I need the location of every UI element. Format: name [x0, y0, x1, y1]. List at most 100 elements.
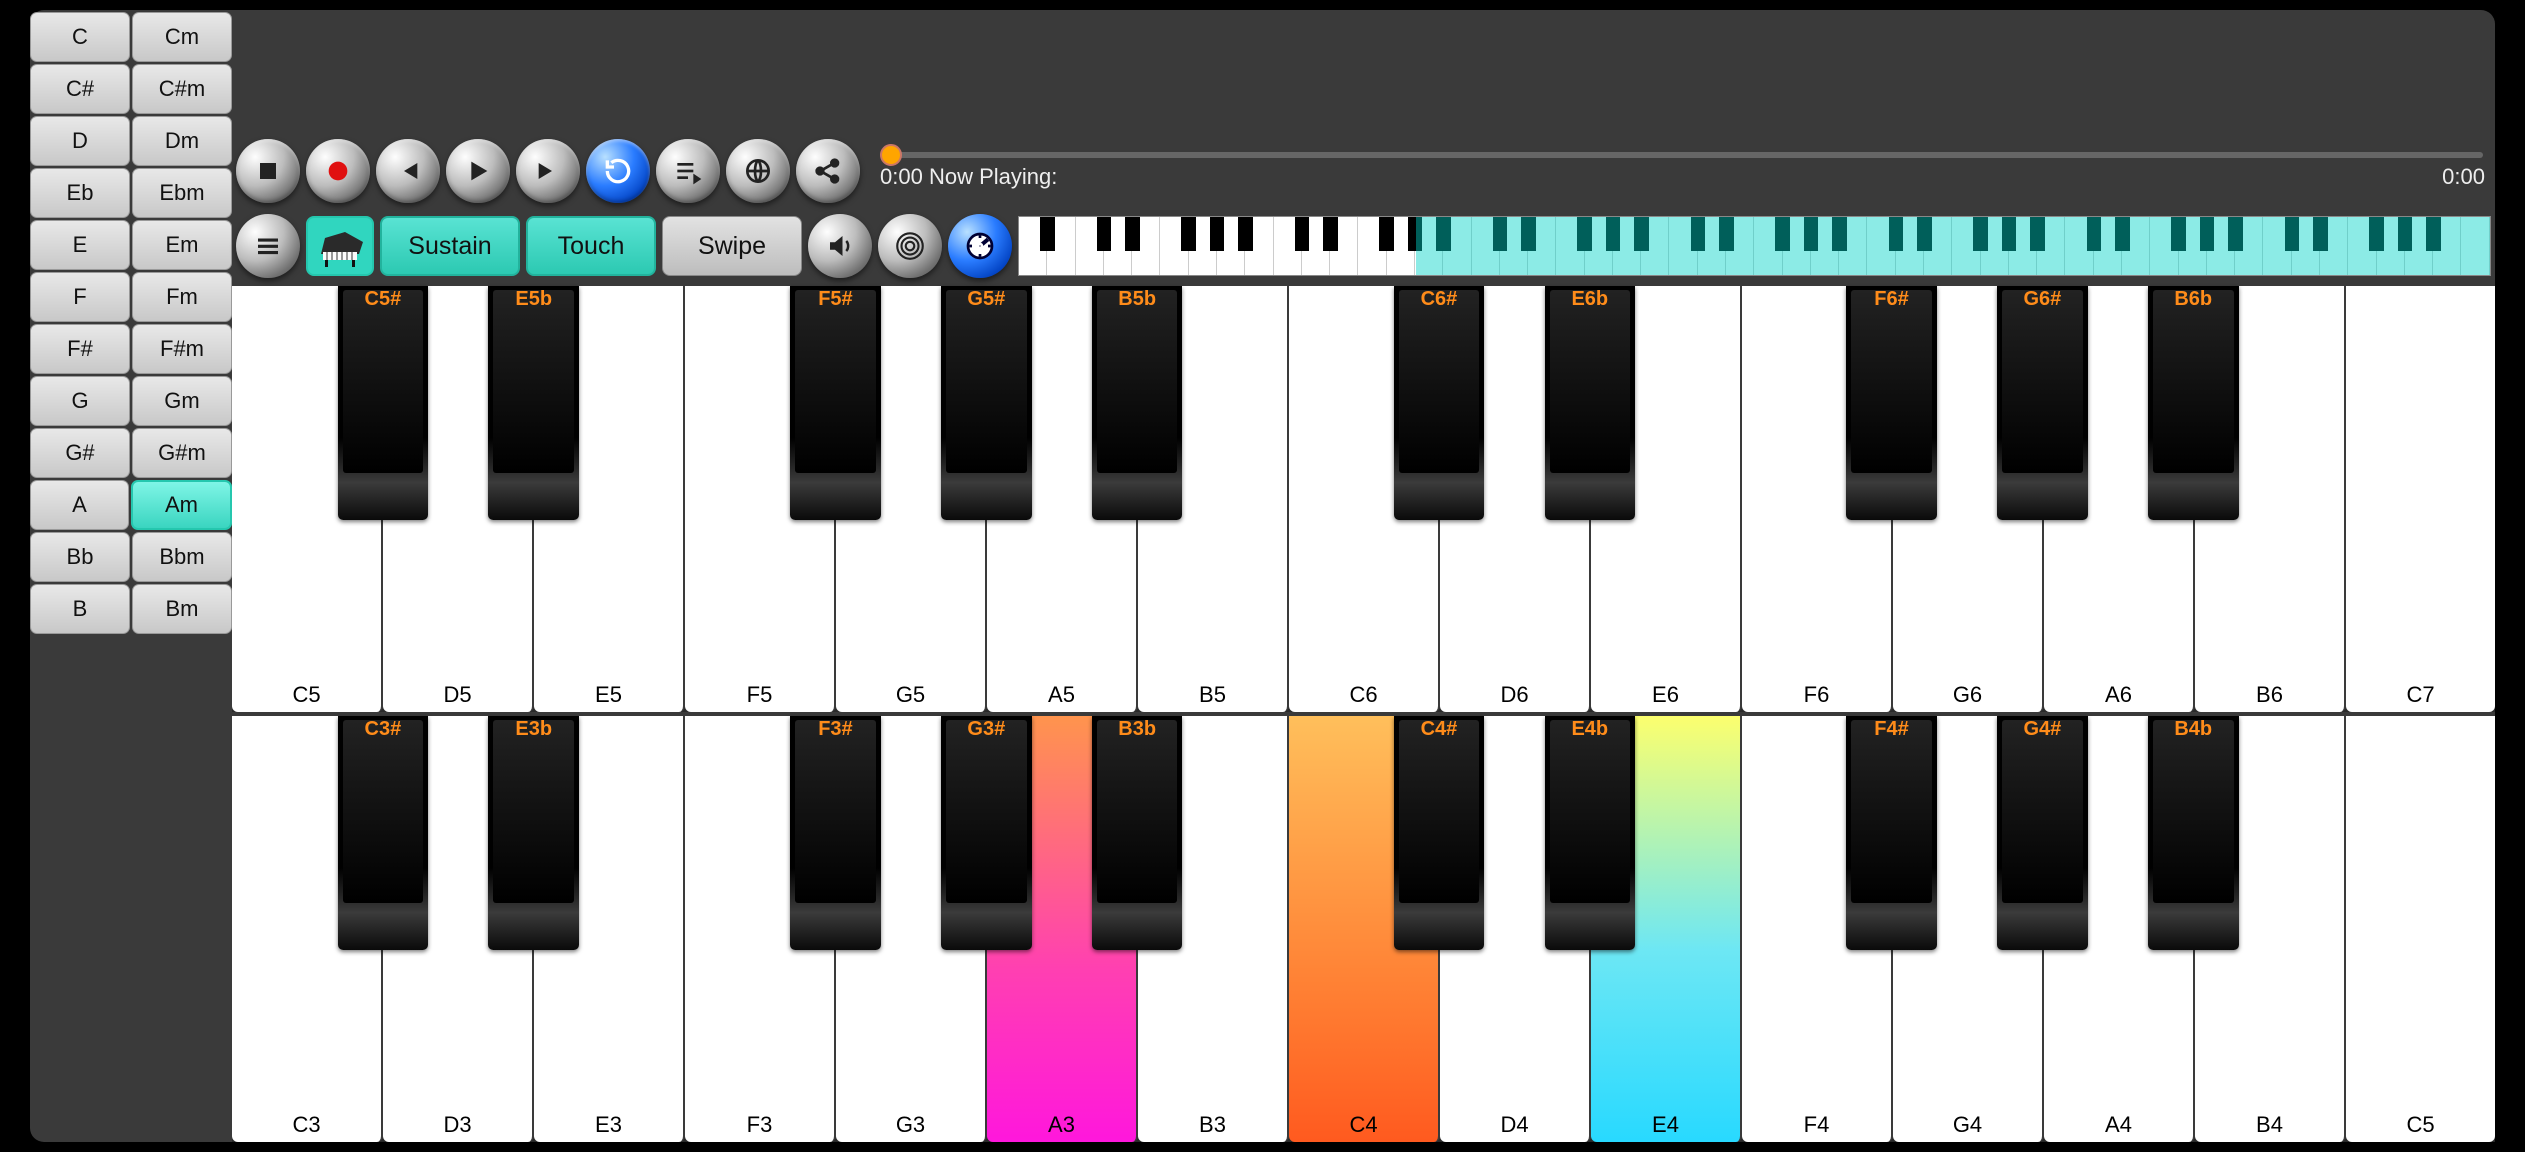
- keyboards-container: C5D5E5F5G5A5B5C6D6E6F6G6A6B6C7C5#E5bF5#G…: [232, 284, 2495, 1142]
- chord-button-Bb[interactable]: Bb: [30, 532, 130, 582]
- kb-bot-black-key-E4b[interactable]: [1545, 716, 1636, 950]
- menu-button[interactable]: [236, 214, 300, 278]
- kb-top-black-key-G5sharp[interactable]: [941, 286, 1032, 520]
- key-label: D4: [1500, 1112, 1528, 1138]
- key-label: E4: [1652, 1112, 1679, 1138]
- kb-bot-black-key-E3b[interactable]: [488, 716, 579, 950]
- chord-button-Bm[interactable]: Bm: [132, 584, 232, 634]
- kb-top-black-key-C5sharp[interactable]: [338, 286, 429, 520]
- playback-slider-thumb[interactable]: [880, 144, 902, 166]
- key-label: A5: [1048, 682, 1075, 708]
- kb-bot-black-key-B3b[interactable]: [1092, 716, 1183, 950]
- chord-button-B[interactable]: B: [30, 584, 130, 634]
- kb-bot-black-key-B4b[interactable]: [2148, 716, 2239, 950]
- chord-button-Csharpm[interactable]: C#m: [132, 64, 232, 114]
- kb-bot-white-key-C5[interactable]: C5: [2346, 716, 2495, 1142]
- key-label: A4: [2105, 1112, 2132, 1138]
- chord-button-Fsharpm[interactable]: F#m: [132, 324, 232, 374]
- chord-button-Em[interactable]: Em: [132, 220, 232, 270]
- chord-button-A[interactable]: A: [30, 480, 129, 530]
- chord-button-Gsharpm[interactable]: G#m: [132, 428, 232, 478]
- kb-top-black-key-E6b[interactable]: [1545, 286, 1636, 520]
- kb-top-black-key-F6sharp[interactable]: [1846, 286, 1937, 520]
- keyboard-top: C5D5E5F5G5A5B5C6D6E6F6G6A6B6C7C5#E5bF5#G…: [232, 286, 2495, 712]
- sustain-toggle[interactable]: Sustain: [380, 216, 520, 276]
- kb-bot-black-key-C3sharp[interactable]: [338, 716, 429, 950]
- kb-top-black-key-B6b[interactable]: [2148, 286, 2239, 520]
- chord-button-D[interactable]: D: [30, 116, 130, 166]
- app-frame: CCmC#C#mDDmEbEbmEEmFFmF#F#mGGmG#G#mAAmBb…: [30, 10, 2495, 1142]
- key-label: C7: [2406, 682, 2434, 708]
- now-playing-label: Now Playing:: [929, 164, 1057, 189]
- chord-button-Dm[interactable]: Dm: [132, 116, 232, 166]
- instrument-select-button[interactable]: [306, 216, 374, 276]
- time-and-title: 0:00 Now Playing:: [880, 164, 1057, 190]
- key-label: E6: [1652, 682, 1679, 708]
- share-button[interactable]: [796, 139, 860, 203]
- chord-button-G[interactable]: G: [30, 376, 130, 426]
- playback-slider[interactable]: [882, 152, 2483, 158]
- chord-button-Fsharp[interactable]: F#: [30, 324, 130, 374]
- playlist-button[interactable]: [656, 139, 720, 203]
- kb-bot-black-key-F4sharp[interactable]: [1846, 716, 1937, 950]
- chord-button-F[interactable]: F: [30, 272, 130, 322]
- stop-button[interactable]: [236, 139, 300, 203]
- main-area: 0:00 Now Playing: 0:00: [232, 10, 2495, 1142]
- kb-bot-black-key-C4sharp[interactable]: [1394, 716, 1485, 950]
- chord-button-Gsharp[interactable]: G#: [30, 428, 130, 478]
- kb-top-black-key-G6sharp[interactable]: [1997, 286, 2088, 520]
- kb-bot-black-key-F3sharp[interactable]: [790, 716, 881, 950]
- metronome-button[interactable]: [948, 214, 1012, 278]
- chord-button-Csharp[interactable]: C#: [30, 64, 130, 114]
- loop-button[interactable]: [586, 139, 650, 203]
- next-button[interactable]: [516, 139, 580, 203]
- key-label: D5: [443, 682, 471, 708]
- key-label: B5: [1199, 682, 1226, 708]
- key-label: E5: [595, 682, 622, 708]
- kb-top-black-key-B5b[interactable]: [1092, 286, 1183, 520]
- volume-button[interactable]: [808, 214, 872, 278]
- kb-top-white-key-C7[interactable]: C7: [2346, 286, 2495, 712]
- chord-button-Fm[interactable]: Fm: [132, 272, 232, 322]
- key-label: D6: [1500, 682, 1528, 708]
- kb-top-black-key-F5sharp[interactable]: [790, 286, 881, 520]
- touch-toggle[interactable]: Touch: [526, 216, 656, 276]
- key-label: A6: [2105, 682, 2132, 708]
- kb-top-black-key-C6sharp[interactable]: [1394, 286, 1485, 520]
- chord-button-Bbm[interactable]: Bbm: [132, 532, 232, 582]
- key-label: C5: [292, 682, 320, 708]
- kb-bot-black-key-G4sharp[interactable]: [1997, 716, 2088, 950]
- settings-toolbar: Sustain Touch Swipe: [232, 208, 2495, 284]
- kb-top-black-key-E5b[interactable]: [488, 286, 579, 520]
- chord-button-Eb[interactable]: Eb: [30, 168, 130, 218]
- time-total: 0:00: [2442, 164, 2485, 190]
- key-label: G5: [896, 682, 925, 708]
- play-button[interactable]: [446, 139, 510, 203]
- key-label: C5: [2406, 1112, 2434, 1138]
- chord-button-C[interactable]: C: [30, 12, 130, 62]
- keyboard-range-navigator[interactable]: [1018, 216, 2491, 276]
- previous-button[interactable]: [376, 139, 440, 203]
- top-spacer: [232, 10, 2495, 134]
- key-label: B3: [1199, 1112, 1226, 1138]
- globe-button[interactable]: [726, 139, 790, 203]
- swipe-toggle[interactable]: Swipe: [662, 216, 802, 276]
- key-label: B4: [2256, 1112, 2283, 1138]
- key-label: C6: [1349, 682, 1377, 708]
- chord-button-Cm[interactable]: Cm: [132, 12, 232, 62]
- key-label: F4: [1804, 1112, 1830, 1138]
- effects-button[interactable]: [878, 214, 942, 278]
- chord-button-Ebm[interactable]: Ebm: [132, 168, 232, 218]
- key-label: G3: [896, 1112, 925, 1138]
- key-label: C4: [1349, 1112, 1377, 1138]
- key-label: F3: [747, 1112, 773, 1138]
- key-label: E3: [595, 1112, 622, 1138]
- record-button[interactable]: [306, 139, 370, 203]
- kb-bot-black-key-G3sharp[interactable]: [941, 716, 1032, 950]
- key-label: F6: [1804, 682, 1830, 708]
- key-label: G4: [1953, 1112, 1982, 1138]
- chord-button-Gm[interactable]: Gm: [132, 376, 232, 426]
- chord-button-Am[interactable]: Am: [131, 480, 232, 530]
- chord-button-E[interactable]: E: [30, 220, 130, 270]
- key-label: G6: [1953, 682, 1982, 708]
